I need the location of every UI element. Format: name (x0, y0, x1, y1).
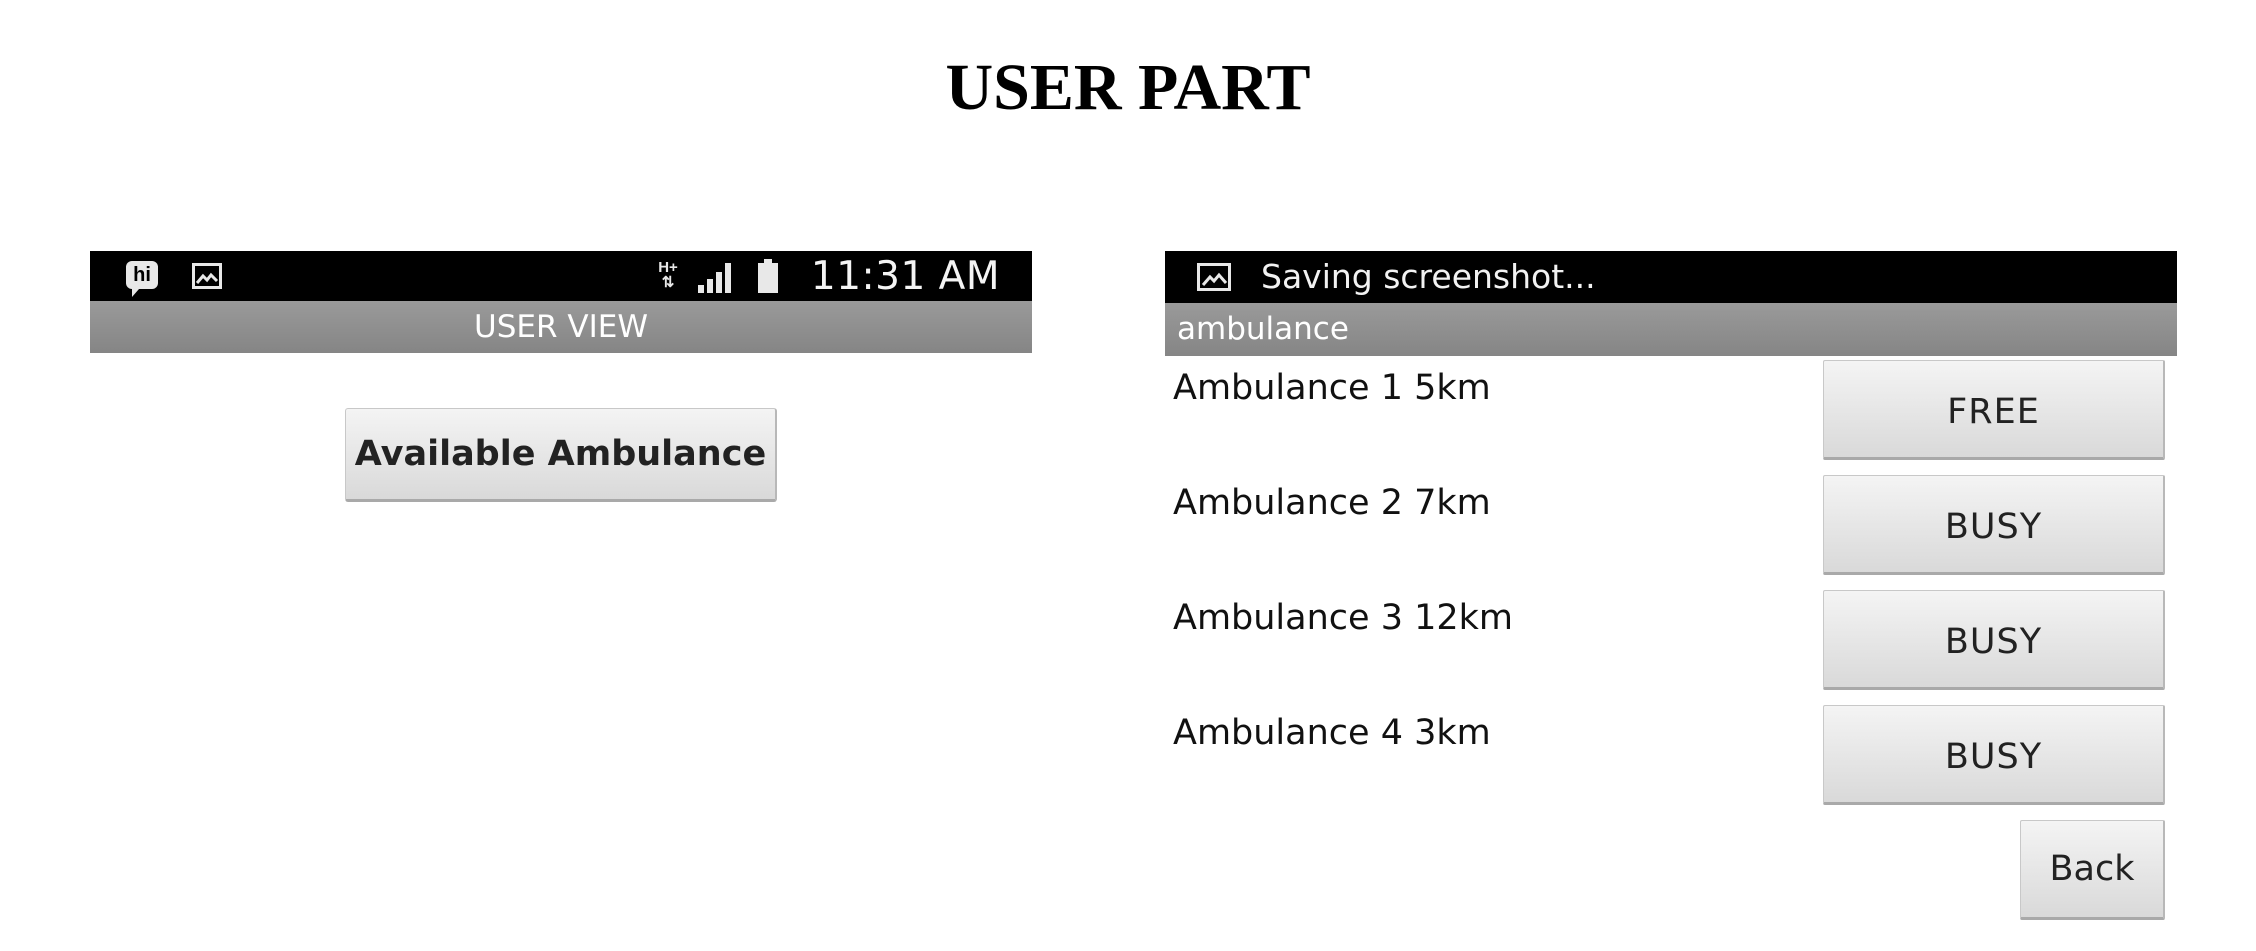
ambulance-label: Ambulance 3 12km (1173, 598, 1513, 638)
notification-text: Saving screenshot... (1261, 257, 1596, 296)
ambulance-row: Ambulance 3 12km BUSY (1165, 590, 2177, 690)
ambulance-row: Ambulance 2 7km BUSY (1165, 475, 2177, 575)
status-bar: hi H+ ⇅ 11:31 AM (90, 251, 1032, 301)
picture-icon (1197, 263, 1231, 291)
ambulance-label: Ambulance 1 5km (1173, 368, 1491, 408)
ambulance-label: Ambulance 2 7km (1173, 483, 1491, 523)
action-bar-title: ambulance (1165, 303, 2177, 356)
ambulance-label: Ambulance 4 3km (1173, 713, 1491, 753)
data-arrows-icon: ⇅ (661, 274, 675, 291)
hi-messenger-icon: hi (126, 261, 158, 297)
page-title: USER PART (945, 51, 1311, 124)
user-view-screen: hi H+ ⇅ 11:31 AM USER VIEW Available Amb… (90, 251, 1032, 771)
ambulance-status-button[interactable]: BUSY (1823, 475, 2165, 575)
notification-bar: Saving screenshot... (1165, 251, 2177, 303)
battery-icon (758, 259, 778, 293)
ambulance-row: Ambulance 4 3km BUSY (1165, 705, 2177, 805)
network-label: H+ (658, 259, 678, 276)
ambulance-status-button[interactable]: BUSY (1823, 590, 2165, 690)
ambulance-list-screen: Saving screenshot... ambulance Ambulance… (1165, 251, 2177, 931)
screen-title: USER VIEW (90, 301, 1032, 353)
back-button[interactable]: Back (2020, 820, 2165, 920)
ambulance-row: Ambulance 1 5km FREE (1165, 360, 2177, 460)
status-time: 11:31 AM (810, 254, 1000, 299)
picture-icon (192, 263, 222, 289)
ambulance-status-button[interactable]: FREE (1823, 360, 2165, 460)
available-ambulance-button[interactable]: Available Ambulance (345, 408, 777, 502)
network-hplus-icon: H+ ⇅ (651, 257, 685, 293)
signal-icon (696, 261, 732, 293)
ambulance-status-button[interactable]: BUSY (1823, 705, 2165, 805)
